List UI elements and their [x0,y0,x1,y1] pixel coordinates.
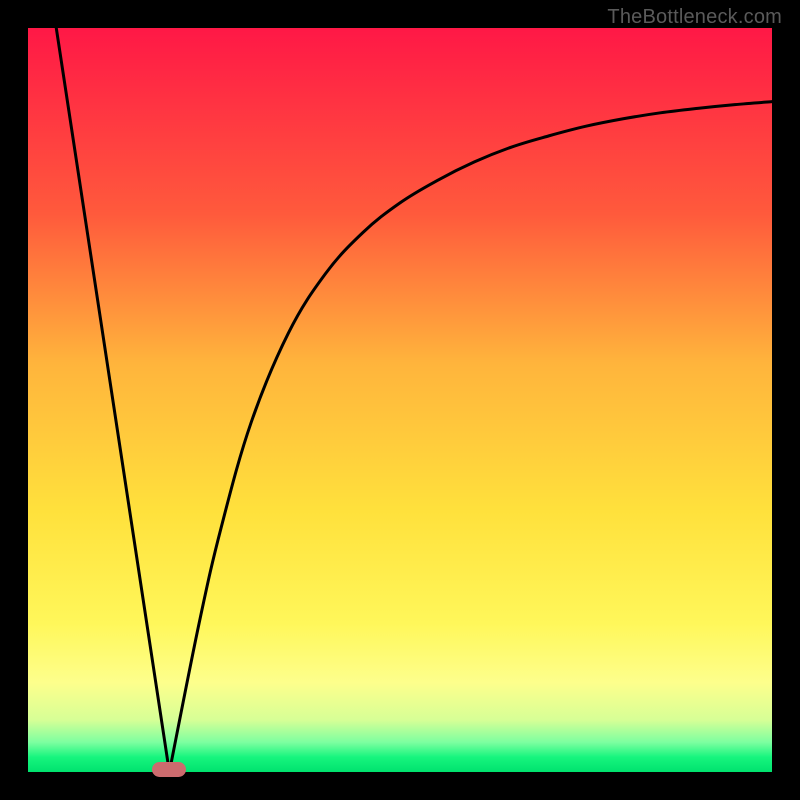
optimum-marker [152,762,186,777]
watermark-text: TheBottleneck.com [607,6,782,29]
chart-frame: TheBottleneck.com [0,0,800,800]
bottleneck-curve [28,28,772,772]
